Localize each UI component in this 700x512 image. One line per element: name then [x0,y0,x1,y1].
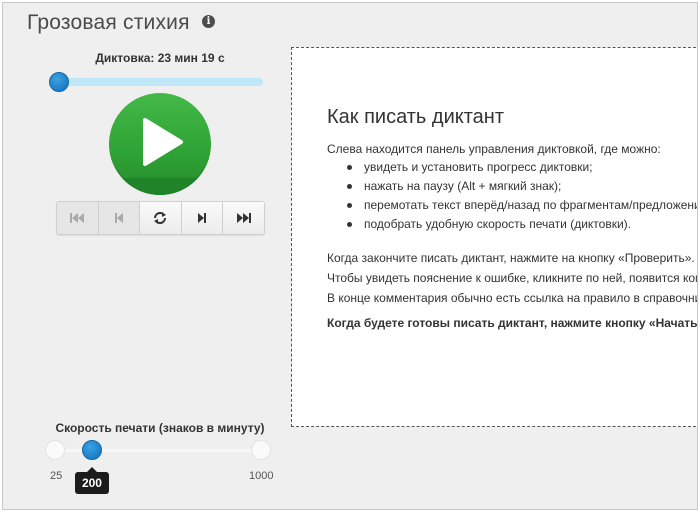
dictation-progress-label: Диктовка: 23 мин 19 с [95,51,225,65]
step-forward-button[interactable] [181,202,224,234]
dictation-controls [56,201,265,235]
typing-speed-slider[interactable] [45,440,271,460]
speed-slider-max-marker [251,440,271,460]
list-item: увидеть и установить прогресс диктовки; [347,158,697,177]
instructions-panel: Как писать диктант Слева находится панел… [291,47,698,427]
instructions-line: Чтобы увидеть пояснение к ошибке, кликни… [327,271,697,285]
step-forward-icon [198,213,207,223]
play-icon [143,118,183,166]
skip-to-start-icon [70,213,85,223]
skip-to-end-button[interactable] [223,202,264,234]
progress-slider-handle[interactable] [49,72,70,92]
instructions-intro: Слева находится панель управления диктов… [327,142,661,156]
speed-value-tooltip: 200 [74,467,109,494]
page-title: Грозовая стихия [27,11,190,34]
speed-slider-min-marker [45,440,65,460]
skip-to-end-icon [236,213,251,223]
list-item: перемотать текст вперёд/назад по фрагмен… [347,196,697,215]
list-item: нажать на паузу (Alt + мягкий знак); [347,177,697,196]
dictation-progress-slider[interactable] [49,72,263,92]
speed-max-label: 1000 [249,470,274,482]
repeat-icon [154,212,167,224]
instructions-line: Когда закончите писать диктант, нажмите … [327,251,695,265]
info-icon[interactable]: i [202,15,215,28]
skip-to-start-button[interactable] [57,202,99,234]
instructions-title: Как писать диктант [327,106,504,128]
instructions-start-hint: Когда будете готовы писать диктант, нажм… [327,316,698,330]
repeat-button[interactable] [140,202,182,234]
step-back-button[interactable] [98,202,141,234]
typing-speed-label: Скорость печати (знаков в минуту) [55,421,265,435]
play-button[interactable] [109,93,211,195]
list-item: подобрать удобную скорость печати (дикто… [347,215,697,234]
step-back-icon [114,213,123,223]
instructions-after: Когда закончите писать диктант, нажмите … [327,248,698,308]
app-frame: Грозовая стихия i Диктовка: 23 мин 19 с [2,2,698,510]
instructions-list: увидеть и установить прогресс диктовки; … [347,158,697,234]
instructions-line: В конце комментария обычно есть ссылка н… [327,291,698,305]
speed-min-label: 25 [50,470,63,482]
speed-slider-handle[interactable] [81,440,102,460]
